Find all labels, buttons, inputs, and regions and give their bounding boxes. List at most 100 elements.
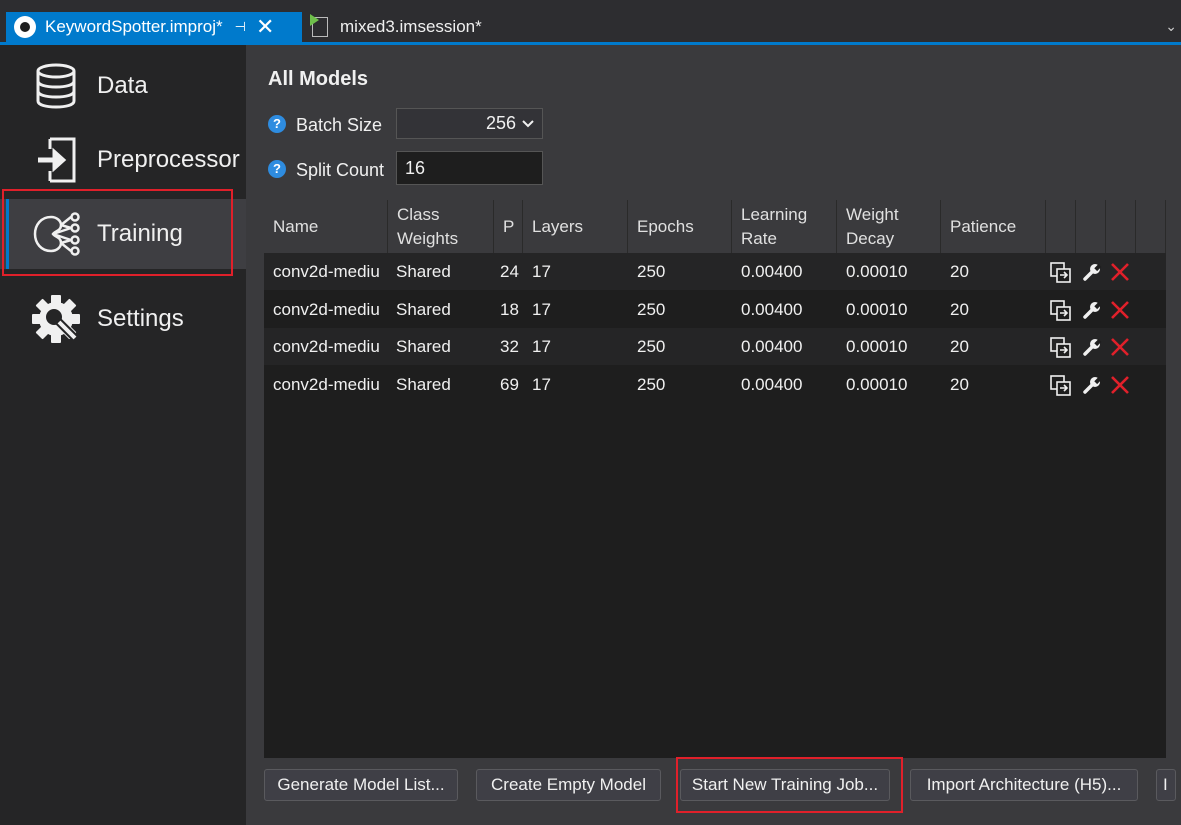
sidebar: Data Preprocessor Training Settings [0,45,246,825]
cell-patience: 20 [950,262,969,281]
sidebar-item-training[interactable]: Training [0,199,246,269]
cell-weight-decay: 0.00010 [846,374,908,394]
table-row[interactable]: conv2d-mediu Shared 69 17 250 0.00400 0.00010 2… [264,365,1166,403]
cell-weight-decay: 0.00010 [846,337,908,356]
cell-weight-decay: 0.00010 [846,299,908,319]
cell-epochs: 250 [637,299,666,319]
document-tab-bar: KeywordSpotter.improj* ⊣ ✕ mixed3.imsess… [0,0,1181,45]
sidebar-item-data[interactable]: Data [0,51,246,121]
wrench-icon[interactable] [1082,262,1102,282]
cell-p: 32 [500,337,519,356]
sidebar-item-label: Preprocessor [97,146,240,173]
cell-name: conv2d-mediu [273,374,380,394]
cell-p: 69 [500,374,519,394]
wrench-icon[interactable] [1082,337,1102,357]
cell-learning-rate: 0.00400 [741,374,803,394]
cell-learning-rate: 0.00400 [741,262,803,281]
split-count-input[interactable]: 16 [396,151,543,185]
duplicate-icon[interactable] [1050,374,1071,396]
tab-keywordspotter[interactable]: KeywordSpotter.improj* ⊣ ✕ [6,12,302,42]
close-tab-button[interactable]: ✕ [256,16,274,38]
cell-epochs: 250 [637,337,666,356]
column-header-blank [1106,200,1136,253]
table-row[interactable]: conv2d-mediu Shared 32 17 250 0.00400 0.00010 2… [264,328,1166,365]
sidebar-item-label: Settings [97,305,184,332]
delete-icon[interactable] [1110,262,1130,282]
duplicate-icon[interactable] [1050,262,1071,283]
generate-model-list-button[interactable]: Generate Model List... [264,769,458,801]
column-header-blank [1076,200,1106,253]
cell-class-weights: Shared [396,299,451,319]
cell-name: conv2d-mediu [273,299,380,319]
chevron-down-icon [522,116,534,131]
cell-patience: 20 [950,374,969,394]
cell-class-weights: Shared [396,337,451,356]
pin-icon[interactable]: ⊣ [235,19,246,35]
cell-class-weights: Shared [396,262,451,281]
tab-overflow-chevron-icon[interactable]: ⌄ [1165,18,1177,35]
column-header-epochs[interactable]: Epochs [628,200,732,253]
create-empty-model-button[interactable]: Create Empty Model [476,769,661,801]
import-arrow-icon [30,134,82,186]
help-icon[interactable]: ? [268,115,286,133]
sidebar-item-settings[interactable]: Settings [0,284,246,354]
delete-icon[interactable] [1110,300,1130,320]
column-header-blank [1136,200,1166,253]
column-header-weight-decay[interactable]: Weight Decay [837,200,941,253]
table-row[interactable]: conv2d-mediu Shared 18 17 250 0.00400 0.00010 2… [264,290,1166,328]
cell-layers: 17 [532,337,551,356]
column-header-name[interactable]: Name [264,200,388,253]
gear-wrench-icon [30,293,82,345]
duplicate-icon[interactable] [1050,337,1071,358]
cell-p: 24 [500,262,519,281]
duplicate-icon[interactable] [1050,299,1071,321]
tab-title: KeywordSpotter.improj* [45,17,223,36]
import-architecture-button[interactable]: Import Architecture (H5)... [910,769,1138,801]
models-table: Name Class Weights P Layers Epochs Learn… [264,200,1166,758]
project-logo-icon [14,16,36,38]
column-header-p[interactable]: P [494,200,523,253]
table-row[interactable]: conv2d-mediu Shared 24 17 250 0.00400 0.00010 2… [264,253,1166,290]
cell-patience: 20 [950,337,969,356]
header-text: Class Weights [397,204,459,248]
cell-learning-rate: 0.00400 [741,337,803,356]
cell-name: conv2d-mediu [273,262,380,281]
column-header-blank [1046,200,1076,253]
start-training-job-button[interactable]: Start New Training Job... [680,769,890,801]
delete-icon[interactable] [1110,375,1130,395]
delete-icon[interactable] [1110,337,1130,357]
cell-class-weights: Shared [396,374,451,394]
batch-size-value: 256 [485,113,516,133]
more-button[interactable]: I [1156,769,1176,801]
tab-title: mixed3.imsession* [340,17,482,36]
header-text: Weight Decay [846,204,899,248]
cell-patience: 20 [950,299,969,319]
main-panel: All Models ? Batch Size 256 ? Split Coun… [246,45,1181,825]
cell-learning-rate: 0.00400 [741,299,803,319]
sidebar-item-preprocessor[interactable]: Preprocessor [0,125,246,195]
column-header-learning-rate[interactable]: Learning Rate [732,200,837,253]
header-text: Learning Rate [741,204,808,248]
neural-network-icon [30,208,82,260]
cell-name: conv2d-mediu [273,337,380,356]
tab-mixed3[interactable]: mixed3.imsession* [310,12,482,42]
cell-p: 18 [500,299,519,319]
wrench-icon[interactable] [1082,300,1102,320]
cell-layers: 17 [532,262,551,281]
cell-epochs: 250 [637,374,666,394]
wrench-icon[interactable] [1082,375,1102,395]
table-header: Name Class Weights P Layers Epochs Learn… [264,200,1166,253]
column-header-patience[interactable]: Patience [941,200,1046,253]
column-header-class-weights[interactable]: Class Weights [388,200,494,253]
page-title: All Models [268,68,369,90]
cell-weight-decay: 0.00010 [846,262,908,281]
split-count-label: Split Count [296,160,385,180]
batch-size-label: Batch Size [296,115,383,135]
database-icon [30,60,82,112]
cell-layers: 17 [532,299,551,319]
batch-size-dropdown[interactable]: 256 [396,108,543,139]
help-icon[interactable]: ? [268,160,286,178]
column-header-layers[interactable]: Layers [523,200,628,253]
cell-epochs: 250 [637,262,666,281]
sidebar-item-label: Data [97,72,148,99]
